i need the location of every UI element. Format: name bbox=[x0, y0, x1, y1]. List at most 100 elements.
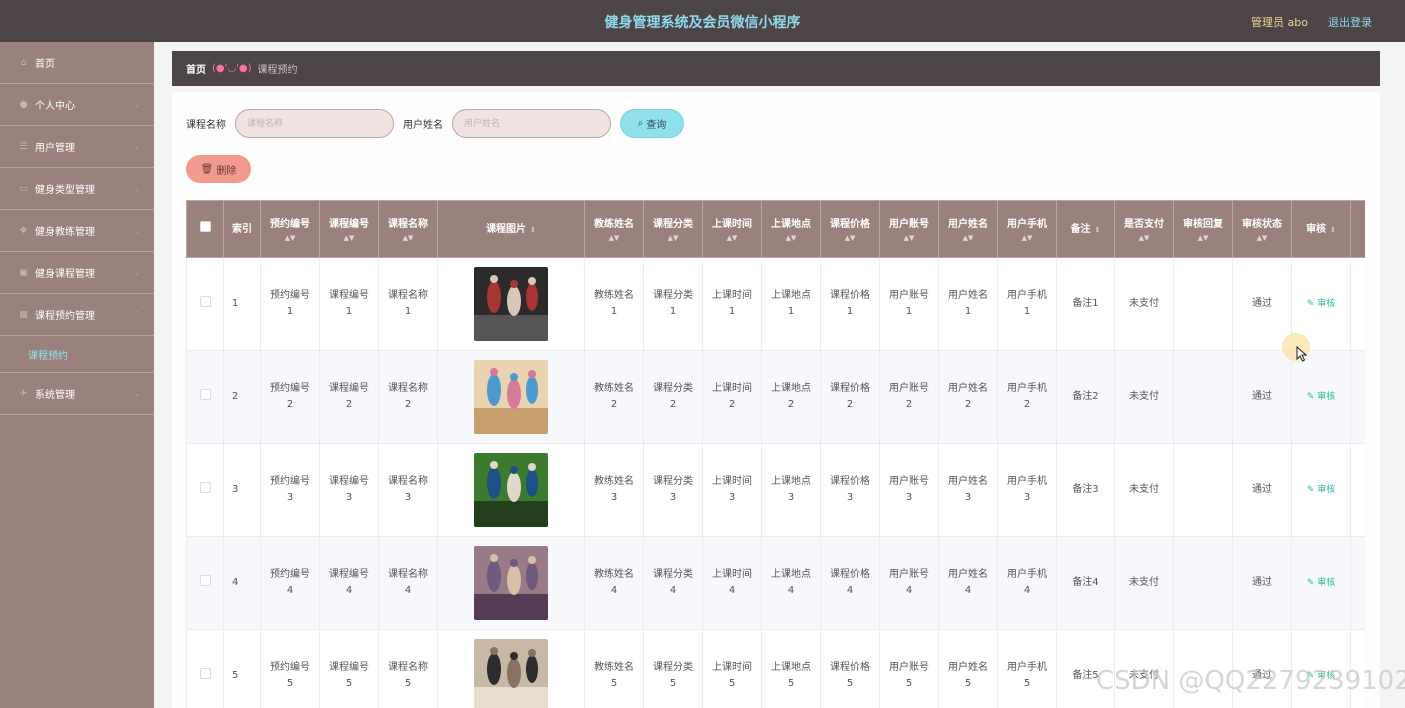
sidebar-item-system[interactable]: ✈ 系统管理 ⌄ bbox=[0, 373, 154, 415]
row-checkbox[interactable] bbox=[199, 667, 211, 679]
sort-icon[interactable]: ⇕ bbox=[1095, 226, 1101, 234]
row-select-cell[interactable] bbox=[186, 257, 224, 351]
col-audit[interactable]: 审核 ⇕ bbox=[1291, 200, 1351, 258]
row-select-cell[interactable] bbox=[186, 536, 224, 630]
audit-button[interactable]: ✎ 审核 bbox=[1307, 299, 1336, 309]
col-booking-no[interactable]: 预约编号 ▲▼ bbox=[260, 200, 320, 258]
cell-coach-num: 4 bbox=[610, 585, 618, 596]
sort-icon[interactable]: ▲▼ bbox=[1233, 234, 1291, 242]
sort-icon[interactable]: ▲▼ bbox=[644, 234, 702, 242]
sidebar-item-bookings[interactable]: ▦ 课程预约管理 ⌃ bbox=[0, 294, 154, 336]
col-price[interactable]: 课程价格 ▲▼ bbox=[820, 200, 880, 258]
row-checkbox[interactable] bbox=[199, 295, 211, 307]
row-checkbox[interactable] bbox=[199, 481, 211, 493]
sidebar-item-home[interactable]: ⌂ 首页 bbox=[0, 42, 154, 84]
sort-icon[interactable]: ▲▼ bbox=[379, 234, 437, 242]
table-row[interactable]: 3 预约编号 3 课程编号 3 课程名称 3 教练姓名 3 课程分类 3 上课时间 3 上课地点 3 课程价… bbox=[186, 443, 1365, 537]
sort-icon[interactable]: ▲▼ bbox=[762, 234, 820, 242]
cell-course-no: 课程编号 3 bbox=[319, 443, 379, 537]
row-select-cell[interactable] bbox=[186, 443, 224, 537]
col-coach[interactable]: 教练姓名 ▲▼ bbox=[584, 200, 644, 258]
cell-user-name-num: 2 bbox=[964, 399, 972, 410]
audit-button[interactable]: ✎ 审核 bbox=[1307, 392, 1336, 402]
logout-link[interactable]: 退出登录 bbox=[1328, 14, 1372, 30]
col-audit-label: 审核 bbox=[1306, 223, 1327, 235]
table-row[interactable]: 1 预约编号 1 课程编号 1 课程名称 1 教练姓名 1 课程分类 1 上课时间 1 上课地点 1 课程价… bbox=[186, 257, 1365, 351]
cell-booking-no-text: 预约编号 bbox=[270, 476, 310, 487]
col-paid[interactable]: 是否支付 ▲▼ bbox=[1114, 200, 1174, 258]
cell-phone-num: 2 bbox=[1023, 399, 1031, 410]
mouse-cursor-icon bbox=[1296, 346, 1308, 362]
cell-status: 通过 bbox=[1232, 443, 1292, 537]
sort-icon[interactable]: ⇕ bbox=[530, 226, 536, 234]
col-status[interactable]: 审核状态 ▲▼ bbox=[1232, 200, 1292, 258]
sidebar-item-users[interactable]: ☰ 用户管理 ⌄ bbox=[0, 126, 154, 168]
row-checkbox[interactable] bbox=[199, 388, 211, 400]
sidebar-item-profile[interactable]: ● 个人中心 ⌄ bbox=[0, 84, 154, 126]
select-all-checkbox[interactable] bbox=[199, 221, 211, 232]
course-image bbox=[474, 360, 548, 434]
sidebar-subitem-course-booking[interactable]: 课程预约 bbox=[0, 336, 154, 373]
cell-course-no-text: 课程编号 bbox=[329, 383, 369, 394]
cell-time-num: 1 bbox=[728, 306, 736, 317]
cell-category-text: 课程分类 bbox=[653, 476, 693, 487]
sort-icon[interactable]: ⇕ bbox=[1330, 226, 1336, 234]
user-name-input[interactable] bbox=[452, 109, 611, 138]
cell-account-num: 2 bbox=[905, 399, 913, 410]
search-button[interactable]: ⌕ 查询 bbox=[620, 109, 684, 138]
col-phone[interactable]: 用户手机 ▲▼ bbox=[997, 200, 1057, 258]
col-account[interactable]: 用户账号 ▲▼ bbox=[879, 200, 939, 258]
watermark: CSDN @QQ2279239102 bbox=[1096, 666, 1405, 696]
cell-phone-text: 用户手机 bbox=[1007, 476, 1047, 487]
table-row[interactable]: 4 预约编号 4 课程编号 4 课程名称 4 教练姓名 4 课程分类 4 上课时间 4 上课地点 4 课程价… bbox=[186, 536, 1365, 630]
col-course-image[interactable]: 课程图片 ⇕ bbox=[437, 200, 585, 258]
course-name-input[interactable] bbox=[235, 109, 394, 138]
cell-user-name-num: 3 bbox=[964, 492, 972, 503]
col-course-name[interactable]: 课程名称 ▲▼ bbox=[378, 200, 438, 258]
cell-account-num: 1 bbox=[905, 306, 913, 317]
cell-coach: 教练姓名 4 bbox=[584, 536, 644, 630]
cell-price-num: 1 bbox=[846, 306, 854, 317]
cell-booking-no-num: 1 bbox=[286, 306, 294, 317]
sort-icon[interactable]: ▲▼ bbox=[1115, 234, 1173, 242]
sort-icon[interactable]: ▲▼ bbox=[880, 234, 938, 242]
cell-index: 1 bbox=[223, 257, 261, 351]
sort-icon[interactable]: ▲▼ bbox=[585, 234, 643, 242]
cell-course-name-text: 课程名称 bbox=[388, 383, 428, 394]
breadcrumb-home[interactable]: 首页 bbox=[186, 61, 206, 76]
table-row[interactable]: 2 预约编号 2 课程编号 2 课程名称 2 教练姓名 2 课程分类 2 上课时间 2 上课地点 2 课程价… bbox=[186, 350, 1365, 444]
audit-button[interactable]: ✎ 审核 bbox=[1307, 485, 1336, 495]
cell-price-num: 5 bbox=[846, 678, 854, 689]
course-image bbox=[474, 267, 548, 341]
sort-icon[interactable]: ▲▼ bbox=[998, 234, 1056, 242]
sort-icon[interactable]: ▲▼ bbox=[821, 234, 879, 242]
cell-category-num: 4 bbox=[669, 585, 677, 596]
row-checkbox[interactable] bbox=[199, 574, 211, 586]
sort-icon[interactable]: ▲▼ bbox=[939, 234, 997, 242]
cell-place: 上课地点 3 bbox=[761, 443, 821, 537]
search-icon: ⌕ bbox=[637, 118, 644, 129]
sort-icon[interactable]: ▲▼ bbox=[703, 234, 761, 242]
col-reply[interactable]: 审核回复 ▲▼ bbox=[1173, 200, 1233, 258]
audit-button[interactable]: ✎ 审核 bbox=[1307, 578, 1336, 588]
col-user-name[interactable]: 用户姓名 ▲▼ bbox=[938, 200, 998, 258]
col-time[interactable]: 上课时间 ▲▼ bbox=[702, 200, 762, 258]
sidebar-item-fitness-types[interactable]: ▭ 健身类型管理 ⌄ bbox=[0, 168, 154, 210]
select-all-cell[interactable] bbox=[186, 200, 224, 258]
delete-button[interactable]: 🗑 删除 bbox=[186, 155, 251, 183]
cell-price: 课程价格 2 bbox=[820, 350, 880, 444]
sort-icon[interactable]: ▲▼ bbox=[320, 234, 378, 242]
cell-phone-num: 1 bbox=[1023, 306, 1031, 317]
sort-icon[interactable]: ▲▼ bbox=[1174, 234, 1232, 242]
cell-audit: ✎ 审核 bbox=[1291, 536, 1351, 630]
col-place[interactable]: 上课地点 ▲▼ bbox=[761, 200, 821, 258]
col-course-no[interactable]: 课程编号 ▲▼ bbox=[319, 200, 379, 258]
row-select-cell[interactable] bbox=[186, 350, 224, 444]
sidebar-item-courses[interactable]: ▣ 健身课程管理 ⌄ bbox=[0, 252, 154, 294]
row-select-cell[interactable] bbox=[186, 629, 224, 708]
col-category[interactable]: 课程分类 ▲▼ bbox=[643, 200, 703, 258]
sort-icon[interactable]: ▲▼ bbox=[261, 234, 319, 242]
sidebar-item-coaches[interactable]: ❖ 健身教练管理 ⌄ bbox=[0, 210, 154, 252]
cell-user-name: 用户姓名 4 bbox=[938, 536, 998, 630]
col-note[interactable]: 备注 ⇕ bbox=[1056, 200, 1115, 258]
